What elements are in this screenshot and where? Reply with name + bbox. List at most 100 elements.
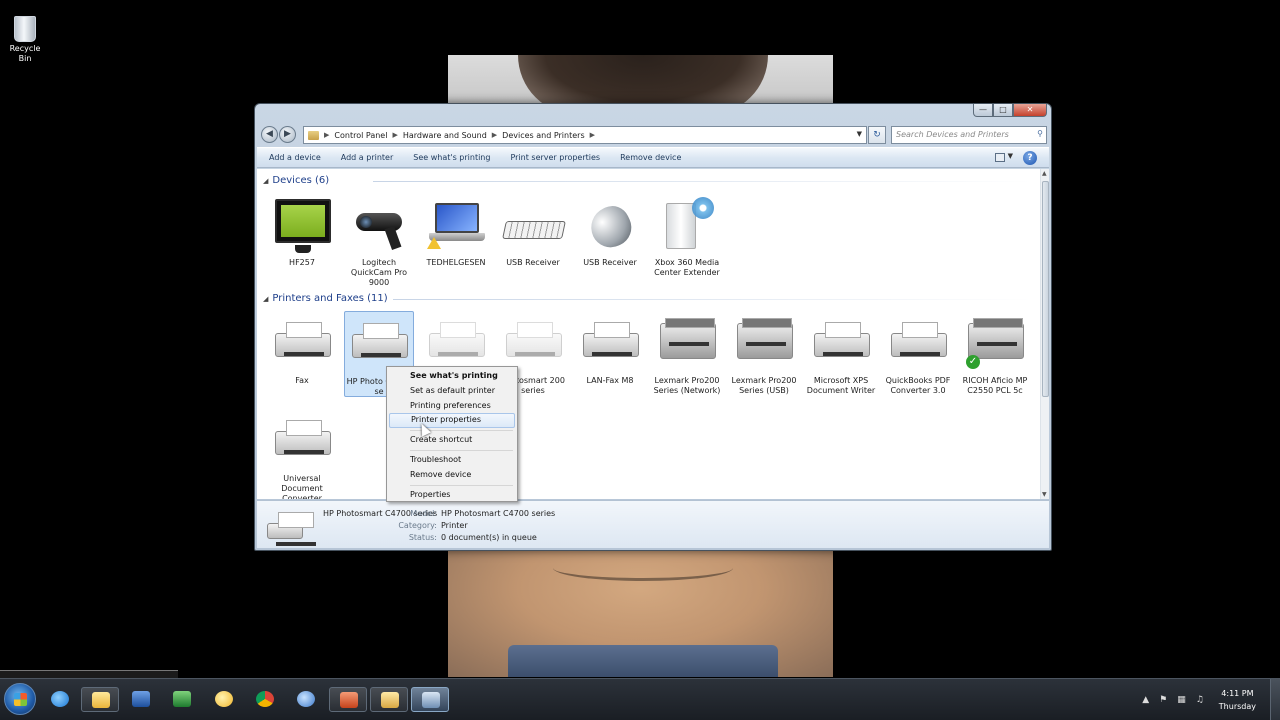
copier-icon: ✓	[964, 315, 1026, 373]
group-header-printers[interactable]: ◢ Printers and Faxes (11)	[263, 293, 1033, 304]
printer-icon	[810, 315, 872, 373]
taskbar-chrome[interactable]	[246, 687, 284, 712]
search-input[interactable]: Search Devices and Printers ⚲	[891, 126, 1047, 144]
devices-and-printers-icon	[422, 692, 440, 708]
printer-icon	[502, 315, 564, 373]
taskbar-internet-explorer[interactable]	[41, 687, 79, 712]
details-category: Printer	[441, 521, 468, 530]
taskbar-messenger[interactable]	[205, 687, 243, 712]
add-printer-button[interactable]: Add a printer	[341, 153, 393, 162]
printer-universal-document-converter[interactable]: Universal Document Converter	[267, 413, 337, 499]
printer-ricoh-aficio[interactable]: ✓ RICOH Aficio MP C2550 PCL 5c	[960, 315, 1030, 396]
network-icon[interactable]: ▦	[1177, 695, 1186, 705]
action-center-flag-icon[interactable]: ⚑	[1159, 695, 1167, 705]
taskbar-thumbnail-strip	[0, 670, 178, 678]
minimize-button[interactable]: —	[973, 104, 993, 117]
powerpoint-icon	[340, 692, 358, 708]
maximize-button[interactable]: □	[993, 104, 1013, 117]
webcam-icon	[348, 197, 410, 255]
vertical-scrollbar[interactable]: ▲ ▼	[1040, 169, 1049, 499]
volume-icon[interactable]: ♫	[1196, 695, 1204, 705]
recycle-bin-icon	[14, 16, 36, 42]
view-dropdown-icon[interactable]: ▼	[1008, 152, 1013, 160]
view-options-icon[interactable]	[995, 153, 1005, 162]
outlook-icon	[92, 692, 110, 708]
help-icon[interactable]: ?	[1023, 151, 1037, 165]
show-hidden-icons-icon[interactable]: ▲	[1142, 695, 1149, 705]
laptop-icon	[425, 197, 487, 255]
mouse-icon	[579, 197, 641, 255]
printer-lexmark-pro200-usb[interactable]: Lexmark Pro200 Series (USB)	[729, 315, 799, 396]
scroll-down-icon[interactable]: ▼	[1042, 491, 1047, 498]
remove-device-button[interactable]: Remove device	[620, 153, 681, 162]
windows-logo-icon	[14, 693, 27, 706]
menu-separator	[410, 449, 513, 451]
taskbar-outlook[interactable]	[81, 687, 119, 712]
internet-explorer-icon	[51, 691, 69, 707]
menu-see-whats-printing[interactable]: See what's printing	[389, 369, 515, 384]
keyboard-icon	[502, 197, 566, 255]
context-menu: See what's printing Set as default print…	[386, 366, 518, 502]
address-dropdown-icon[interactable]: ▼	[857, 130, 862, 138]
printer-microsoft-xps[interactable]: Microsoft XPS Document Writer	[806, 315, 876, 396]
printer-fax[interactable]: Fax	[267, 315, 337, 386]
refresh-button[interactable]: ↻	[868, 126, 886, 144]
menu-printer-properties[interactable]: Printer properties	[389, 413, 515, 429]
printer-quickbooks-pdf[interactable]: QuickBooks PDF Converter 3.0	[883, 315, 953, 396]
breadcrumb-control-panel[interactable]: Control Panel	[334, 131, 387, 140]
taskbar-itunes[interactable]	[287, 687, 325, 712]
system-tray: ▲ ⚑ ▦ ♫ 4:11 PM Thursday	[1137, 679, 1280, 720]
breadcrumb-hardware-and-sound[interactable]: Hardware and Sound	[403, 131, 487, 140]
see-whats-printing-button[interactable]: See what's printing	[413, 153, 490, 162]
fax-icon	[271, 315, 333, 373]
printer-lan-fax-m8[interactable]: LAN-Fax M8	[575, 315, 645, 386]
clock[interactable]: 4:11 PM Thursday	[1219, 687, 1256, 713]
device-xbox-media-extender[interactable]: Xbox 360 Media Center Extender	[652, 197, 722, 278]
scroll-up-icon[interactable]: ▲	[1042, 170, 1047, 177]
menu-set-default-printer[interactable]: Set as default printer	[389, 384, 515, 399]
start-button[interactable]	[4, 683, 36, 715]
taskbar-word[interactable]	[122, 687, 160, 712]
search-icon[interactable]: ⚲	[1037, 129, 1043, 138]
caption-buttons: — □ ✕	[973, 104, 1047, 117]
device-usb-receiver-keyboard[interactable]: USB Receiver	[498, 197, 568, 268]
device-hf257[interactable]: HF257	[267, 197, 337, 268]
device-list: ◢ Devices (6) HF257 Logitech QuickCam Pr…	[257, 169, 1049, 499]
breadcrumb-devices-and-printers[interactable]: Devices and Printers	[502, 131, 584, 140]
menu-remove-device[interactable]: Remove device	[389, 468, 515, 483]
device-tedhelgesen[interactable]: TEDHELGESEN	[421, 197, 491, 268]
clock-day: Thursday	[1218, 702, 1256, 711]
print-server-properties-button[interactable]: Print server properties	[510, 153, 600, 162]
close-button[interactable]: ✕	[1013, 104, 1047, 117]
taskbar-explorer[interactable]	[370, 687, 408, 712]
details-pane: HP Photosmart C4700 series Model: HP Phot…	[257, 500, 1049, 548]
taskbar-excel[interactable]	[163, 687, 201, 712]
device-logitech-quickcam[interactable]: Logitech QuickCam Pro 9000	[344, 197, 414, 288]
taskbar-devices-and-printers[interactable]	[411, 687, 449, 712]
monitor-icon	[271, 197, 333, 255]
navigation-bar: ◀ ▶ ▶ Control Panel ▶ Hardware and Sound…	[259, 125, 1047, 145]
menu-printing-preferences[interactable]: Printing preferences	[389, 399, 515, 414]
media-extender-icon	[656, 197, 718, 255]
back-button[interactable]: ◀	[261, 126, 278, 143]
taskbar-powerpoint[interactable]	[329, 687, 367, 712]
group-header-devices[interactable]: ◢ Devices (6)	[263, 175, 1033, 186]
mfp-icon	[656, 315, 718, 373]
printer-icon	[267, 512, 316, 546]
scroll-thumb[interactable]	[1042, 181, 1049, 397]
address-bar[interactable]: ▶ Control Panel ▶ Hardware and Sound ▶ D…	[303, 126, 867, 144]
word-icon	[132, 691, 150, 707]
add-device-button[interactable]: Add a device	[269, 153, 321, 162]
menu-create-shortcut[interactable]: Create shortcut	[389, 433, 515, 448]
device-usb-receiver-mouse[interactable]: USB Receiver	[575, 197, 645, 268]
show-desktop-button[interactable]	[1270, 679, 1280, 720]
menu-properties[interactable]: Properties	[389, 488, 515, 503]
printer-lexmark-pro200-network[interactable]: Lexmark Pro200 Series (Network)	[652, 315, 722, 396]
printer-icon	[887, 315, 949, 373]
menu-troubleshoot[interactable]: Troubleshoot	[389, 453, 515, 468]
recycle-bin[interactable]: Recycle Bin	[4, 16, 46, 64]
explorer-icon	[381, 692, 399, 708]
itunes-icon	[297, 691, 315, 707]
control-panel-icon	[308, 130, 319, 140]
forward-button[interactable]: ▶	[279, 126, 296, 143]
